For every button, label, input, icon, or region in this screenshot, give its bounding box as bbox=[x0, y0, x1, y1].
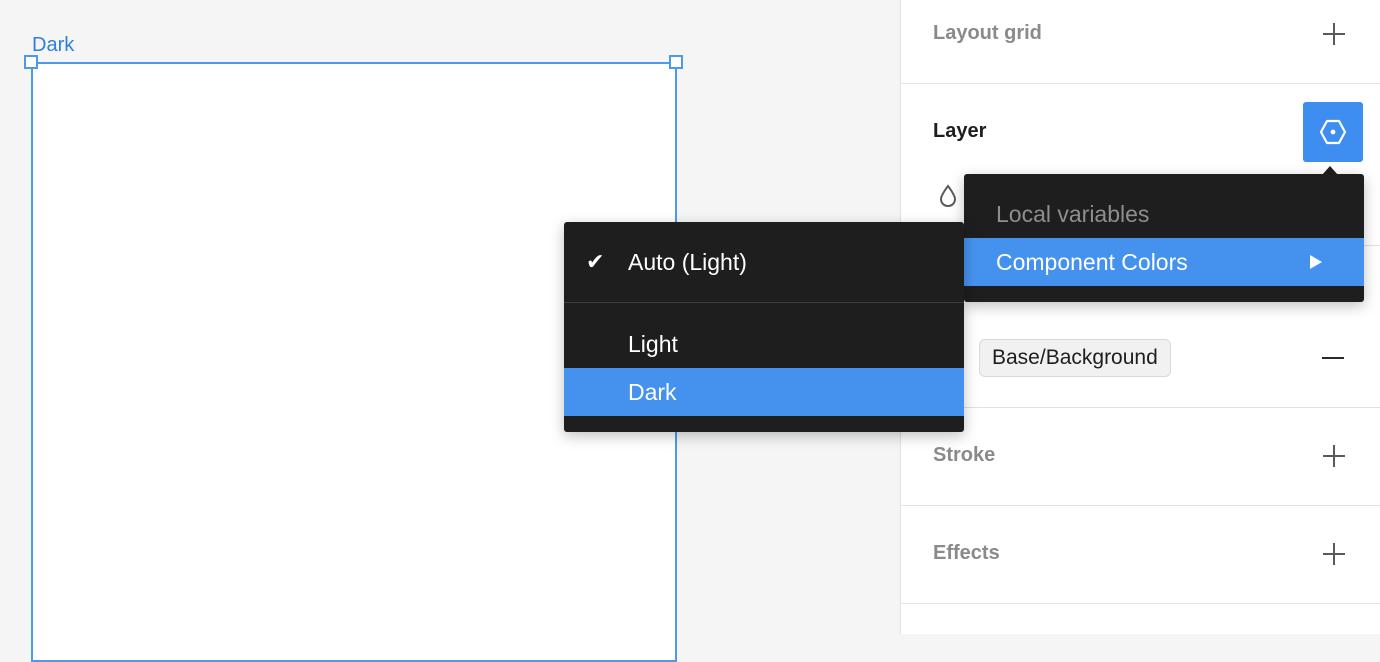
menu-item-auto-light[interactable]: ✔ Auto (Light) bbox=[564, 238, 964, 286]
modes-menu: ✔ Auto (Light) Light Dark bbox=[564, 222, 964, 432]
resize-handle-top-right[interactable] bbox=[669, 55, 683, 69]
menu-item-label: Auto (Light) bbox=[628, 249, 747, 275]
resize-handle-top-left[interactable] bbox=[24, 55, 38, 69]
menu-item-light[interactable]: Light bbox=[564, 320, 964, 368]
menu-item-component-colors[interactable]: Component Colors bbox=[964, 238, 1364, 286]
properties-panel: Layout grid Layer Base/Background Stroke… bbox=[900, 0, 1380, 634]
menu-item-label: Local variables bbox=[996, 201, 1150, 227]
add-effects-plus-icon[interactable] bbox=[1323, 543, 1345, 565]
stroke-section: Stroke bbox=[901, 408, 1380, 506]
effects-title: Effects bbox=[933, 542, 1000, 564]
variable-mode-icon bbox=[1319, 119, 1347, 145]
fill-variable-token[interactable]: Base/Background bbox=[979, 339, 1171, 377]
effects-section: Effects bbox=[901, 506, 1380, 604]
add-stroke-plus-icon[interactable] bbox=[1323, 445, 1345, 467]
menu-item-dark[interactable]: Dark bbox=[564, 368, 964, 416]
layer-title: Layer bbox=[933, 120, 987, 142]
drop-icon bbox=[939, 184, 957, 208]
stroke-title: Stroke bbox=[933, 444, 996, 466]
menu-item-label: Component Colors bbox=[996, 249, 1188, 275]
menu-separator bbox=[564, 302, 964, 303]
add-layout-grid-plus-icon[interactable] bbox=[1323, 23, 1345, 45]
checkmark-icon: ✔ bbox=[586, 249, 605, 274]
menu-item-label: Light bbox=[628, 331, 678, 357]
submenu-arrow-icon bbox=[1310, 255, 1322, 269]
menu-item-local-variables: Local variables bbox=[964, 190, 1364, 238]
frame-label[interactable]: Dark bbox=[32, 34, 74, 57]
collections-menu: Local variables Component Colors bbox=[964, 174, 1364, 302]
layout-grid-title: Layout grid bbox=[933, 22, 1042, 44]
layout-grid-section: Layout grid bbox=[901, 0, 1380, 84]
variable-mode-button[interactable] bbox=[1303, 102, 1363, 162]
menu-item-label: Dark bbox=[628, 379, 677, 405]
remove-fill-minus-icon[interactable] bbox=[1322, 357, 1344, 359]
